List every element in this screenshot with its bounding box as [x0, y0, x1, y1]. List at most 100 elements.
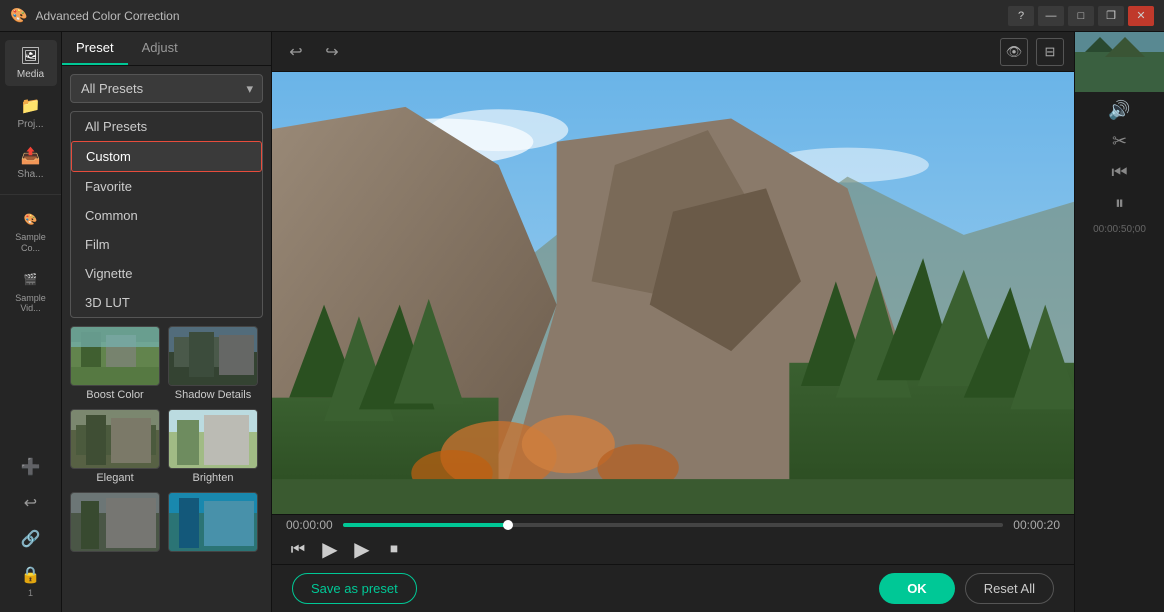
- undo-button[interactable]: ↩: [282, 38, 310, 66]
- rp-play-button[interactable]: ⏮: [1111, 162, 1127, 183]
- sidebar-item-media[interactable]: 🖼 Media: [5, 40, 57, 86]
- dropdown-item-common[interactable]: Common: [71, 201, 262, 230]
- thumb-brighten[interactable]: Brighten: [168, 409, 258, 484]
- right-panel-thumbnail: [1075, 32, 1164, 92]
- tab-preset[interactable]: Preset: [62, 32, 128, 65]
- thumb-shadow-details[interactable]: Shadow Details: [168, 326, 258, 401]
- sidebar-item-sample-color[interactable]: 🎨 Sample Co...: [5, 203, 57, 260]
- rp-pause-button[interactable]: ⏸: [1115, 193, 1124, 214]
- right-panel-controls: 🔊 ✂ ⏮ ⏸ 00:00:50;00: [1075, 92, 1164, 243]
- dropdown-area: All Presets: [62, 66, 271, 111]
- app-sidebar: 🖼 Media 📁 Proj... 📤 Sha... 🎨 Sample Co..…: [0, 32, 62, 612]
- thumb-boost-color-label: Boost Color: [86, 389, 143, 401]
- sidebar-item-project[interactable]: 📁 Proj...: [5, 90, 57, 136]
- share-icon: 📤: [21, 146, 41, 166]
- sidebar-item-sample-video[interactable]: 🎬 Sample Vid...: [5, 264, 57, 321]
- sidebar-project-label: Proj...: [17, 119, 43, 130]
- app-icon: 🎨: [10, 7, 27, 24]
- sidebar-link-button[interactable]: 🔗: [5, 523, 57, 555]
- video-controls: 00:00:00 00:00:20 ⏮ ▶ ▶ ⏹: [272, 514, 1074, 564]
- thumb-brighten-img: [168, 409, 258, 469]
- redo-button[interactable]: ↪: [318, 38, 346, 66]
- sidebar-add-button[interactable]: ➕: [5, 451, 57, 483]
- seek-bar-wrapper[interactable]: [343, 523, 1004, 527]
- thumb-shadow-details-img: [168, 326, 258, 386]
- minimize-button[interactable]: —: [1038, 6, 1064, 26]
- thumb-boost-color-img: [70, 326, 160, 386]
- restore-button[interactable]: ❐: [1098, 6, 1124, 26]
- dropdown-item-favorite[interactable]: Favorite: [71, 172, 262, 201]
- title-bar: 🎨 Advanced Color Correction ? — □ ❐ ✕: [0, 0, 1164, 32]
- title-bar-controls: ? — □ ❐ ✕: [1008, 6, 1154, 26]
- split-button[interactable]: ⊟: [1036, 38, 1064, 66]
- media-icon: 🖼: [21, 46, 41, 66]
- panel-tabs: Preset Adjust: [62, 32, 271, 66]
- reset-all-button[interactable]: Reset All: [965, 573, 1054, 604]
- playback-controls-row: ⏮ ▶ ▶ ⏹: [286, 538, 1060, 562]
- title-bar-left: 🎨 Advanced Color Correction: [10, 7, 180, 24]
- thumb-shadow-details-label: Shadow Details: [175, 389, 251, 401]
- dropdown-item-custom[interactable]: Custom: [71, 141, 262, 172]
- thumb-elegant-label: Elegant: [96, 472, 133, 484]
- thumb-elegant-img: [70, 409, 160, 469]
- current-time: 00:00:00: [286, 518, 333, 532]
- thumb-elegant[interactable]: Elegant: [70, 409, 160, 484]
- lock-icon: 🔒: [21, 565, 41, 585]
- folder-icon: 📁: [21, 96, 41, 116]
- preset-dropdown[interactable]: All Presets: [70, 74, 263, 103]
- thumbnails-scroll: Boost Color Shadow Details: [62, 318, 271, 612]
- thumb-row-2: Elegant Brighten: [70, 409, 263, 484]
- sidebar-share-label: Sha...: [17, 169, 43, 180]
- dropdown-item-film[interactable]: Film: [71, 230, 262, 259]
- bottom-bar: Save as preset OK Reset All: [272, 564, 1074, 612]
- seek-bar: [343, 523, 1004, 527]
- thumb-6[interactable]: [168, 492, 258, 555]
- prev-frame-button[interactable]: ⏮: [286, 538, 310, 562]
- eye-button[interactable]: 👁: [1000, 38, 1028, 66]
- tab-adjust[interactable]: Adjust: [128, 32, 192, 65]
- thumb-boost-color[interactable]: Boost Color: [70, 326, 160, 401]
- save-preset-button[interactable]: Save as preset: [292, 573, 417, 604]
- thumb-5-img: [70, 492, 160, 552]
- dropdown-item-vignette[interactable]: Vignette: [71, 259, 262, 288]
- volume-button[interactable]: 🔊: [1108, 100, 1130, 121]
- sidebar-item-share[interactable]: 📤 Sha...: [5, 140, 57, 186]
- preset-dropdown-list: All Presets Custom Favorite Common Film …: [70, 111, 263, 318]
- dropdown-item-3dlut[interactable]: 3D LUT: [71, 288, 262, 317]
- sidebar-undo-button[interactable]: ↩: [5, 487, 57, 519]
- video-area: ↩ ↪ 👁 ⊟: [272, 32, 1074, 612]
- undo-icon: ↩: [21, 493, 41, 513]
- action-buttons: OK Reset All: [879, 573, 1054, 604]
- link-icon: 🔗: [21, 529, 41, 549]
- sidebar-lock-button[interactable]: 🔒 1: [5, 559, 57, 604]
- play-large-button[interactable]: ▶: [350, 538, 374, 562]
- ok-button[interactable]: OK: [879, 573, 955, 604]
- stop-button[interactable]: ⏹: [382, 538, 406, 562]
- sample-video-icon: 🎬: [21, 270, 41, 290]
- dropdown-item-all-presets[interactable]: All Presets: [71, 112, 262, 141]
- preset-dropdown-wrapper: All Presets: [70, 74, 263, 103]
- sidebar-divider: [0, 194, 61, 195]
- thumb-5[interactable]: [70, 492, 160, 555]
- sample-color-icon: 🎨: [21, 209, 41, 229]
- crop-button[interactable]: ✂: [1112, 131, 1127, 152]
- close-button[interactable]: ✕: [1128, 6, 1154, 26]
- sidebar-sample-color-label: Sample Co...: [9, 232, 53, 254]
- thumb-row-3: [70, 492, 263, 555]
- add-icon: ➕: [21, 457, 41, 477]
- thumb-6-img: [168, 492, 258, 552]
- rp-timestamp: 00:00:50;00: [1093, 224, 1146, 235]
- sidebar-media-label: Media: [17, 69, 44, 80]
- video-preview: [272, 72, 1074, 514]
- video-toolbar: ↩ ↪ 👁 ⊟: [272, 32, 1074, 72]
- total-time: 00:00:20: [1013, 518, 1060, 532]
- seek-thumb: [503, 520, 513, 530]
- thumb-brighten-label: Brighten: [193, 472, 234, 484]
- main-layout: 🖼 Media 📁 Proj... 📤 Sha... 🎨 Sample Co..…: [0, 32, 1164, 612]
- seek-fill: [343, 523, 508, 527]
- title-bar-title: Advanced Color Correction: [35, 9, 179, 23]
- right-panel: 🔊 ✂ ⏮ ⏸ 00:00:50;00: [1074, 32, 1164, 612]
- help-button[interactable]: ?: [1008, 6, 1034, 26]
- play-button[interactable]: ▶: [318, 538, 342, 562]
- maximize-button[interactable]: □: [1068, 6, 1094, 26]
